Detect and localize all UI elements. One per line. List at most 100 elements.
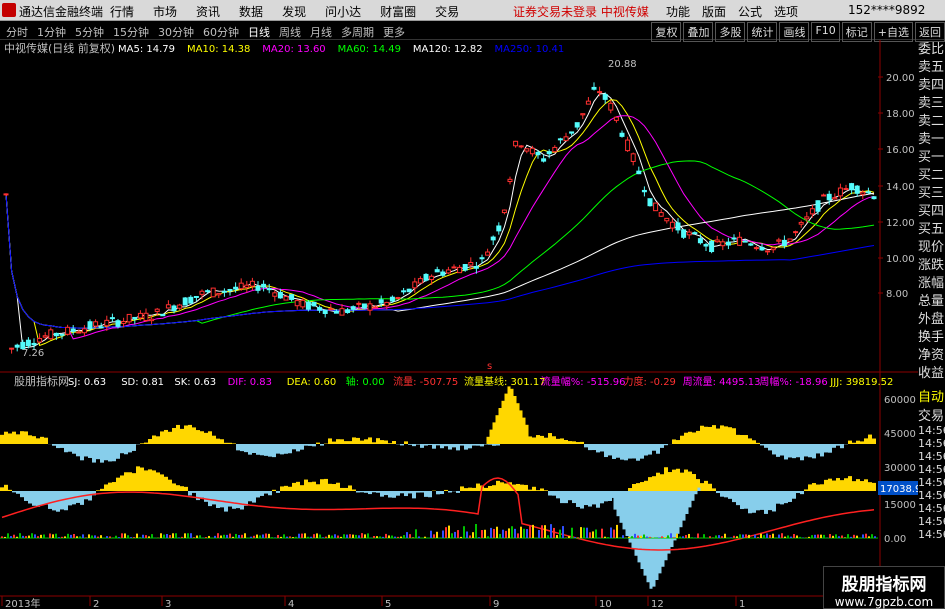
time-tick: 9 xyxy=(493,599,499,609)
candle-body xyxy=(272,292,278,297)
tf-daily[interactable]: 日线 xyxy=(248,24,270,40)
menu-item-jiaoyi[interactable]: 交易 xyxy=(435,3,459,20)
indicator-legend-item: SK: 0.63 xyxy=(174,377,216,388)
menu-item-zixun[interactable]: 资讯 xyxy=(196,3,220,20)
candle-body xyxy=(188,296,194,304)
tf-30min[interactable]: 30分钟 xyxy=(158,24,194,40)
ma-line xyxy=(5,160,875,329)
back-button[interactable]: 返回 xyxy=(915,22,945,42)
menu-item-shuju[interactable]: 数据 xyxy=(239,3,263,20)
tf-weekly[interactable]: 周线 xyxy=(279,24,301,40)
menu-item-gongshi[interactable]: 公式 xyxy=(738,3,762,20)
fuquan-button[interactable]: 复权 xyxy=(651,22,682,42)
side-tab[interactable]: 买五 xyxy=(918,221,945,239)
menu-item-wenxiaoda[interactable]: 问小达 xyxy=(325,3,361,20)
side-tab[interactable]: 买三 xyxy=(918,185,945,203)
indicator-tick: 0.00 xyxy=(884,534,906,545)
menu-item-caifuquan[interactable]: 财富圈 xyxy=(380,3,416,20)
side-tab[interactable]: 净资 xyxy=(918,347,945,365)
side-tab[interactable]: 买二 xyxy=(918,167,945,185)
candle-body xyxy=(132,316,138,320)
tf-multi[interactable]: 多周期 xyxy=(341,24,374,40)
price-tick: 16.00 xyxy=(886,145,915,156)
indicator-legend-item: DIF: 0.83 xyxy=(228,377,272,388)
app-name: 通达信金融终端 xyxy=(19,5,104,19)
candle-body xyxy=(815,200,821,212)
tf-1min[interactable]: 1分钟 xyxy=(37,24,66,40)
user-account[interactable]: 152****9892 xyxy=(848,3,925,17)
candle-body xyxy=(787,238,793,243)
candle-body xyxy=(126,313,132,323)
price-tick: 14.00 xyxy=(886,182,915,193)
tick-time: 自动 xyxy=(918,390,945,405)
candle-body xyxy=(339,308,345,316)
side-tab[interactable]: 总量 xyxy=(918,293,945,311)
candle-body xyxy=(658,212,664,217)
candle-body xyxy=(109,317,115,320)
candle-body xyxy=(48,329,54,340)
price-tick: 10.00 xyxy=(886,254,915,265)
menu-item-hangqing[interactable]: 行情 xyxy=(110,3,134,20)
side-tab[interactable]: 买一 xyxy=(918,149,945,167)
add-watchlist-button[interactable]: +自选 xyxy=(873,22,913,42)
draw-line-button[interactable]: 画线 xyxy=(779,22,810,42)
candle-body xyxy=(70,328,76,332)
side-tab[interactable]: 卖四 xyxy=(918,77,945,95)
side-tab[interactable]: 卖一 xyxy=(918,131,945,149)
multi-stock-button[interactable]: 多股 xyxy=(715,22,746,42)
stats-button[interactable]: 统计 xyxy=(747,22,778,42)
candle-body xyxy=(356,302,362,305)
menu-item-gongneng[interactable]: 功能 xyxy=(666,3,690,20)
tf-15min[interactable]: 15分钟 xyxy=(113,24,149,40)
tf-60min[interactable]: 60分钟 xyxy=(203,24,239,40)
tf-more[interactable]: 更多 xyxy=(383,24,405,40)
candle-body xyxy=(154,308,160,312)
candle-body xyxy=(619,132,625,137)
menu-item-faxian[interactable]: 发现 xyxy=(282,3,306,20)
candle-body xyxy=(535,151,541,156)
candle-body xyxy=(843,188,849,191)
indicator-legend-item: SD: 0.81 xyxy=(121,377,164,388)
tf-5min[interactable]: 5分钟 xyxy=(75,24,104,40)
tf-fenshi[interactable]: 分时 xyxy=(6,24,28,40)
f10-button[interactable]: F10 xyxy=(811,22,840,42)
mark-button[interactable]: 标记 xyxy=(841,22,872,42)
side-tab[interactable]: 外盘 xyxy=(918,311,945,329)
overlay-button[interactable]: 叠加 xyxy=(683,22,714,42)
side-tab[interactable]: 涨幅 xyxy=(918,275,945,293)
time-axis: 2013年 2 3 4 5 9 10 12 1 xyxy=(1,596,745,609)
candle-body xyxy=(703,244,709,247)
indicator-legend-item: 流量基线: 301.17 xyxy=(464,375,546,388)
candle-body xyxy=(485,251,491,256)
side-tab[interactable]: 涨跌 xyxy=(918,257,945,275)
candle-body xyxy=(457,266,463,274)
quote-side-panel: 委比 卖五 卖四 卖三 卖二 卖一 买一 买二 买三 买四 买五 现价 涨跌 涨幅 总量 外盘 换手 净资 收益 xyxy=(918,41,945,383)
candle-body xyxy=(737,236,743,246)
menu-item-shichang[interactable]: 市场 xyxy=(153,3,177,20)
time-tick: 12 xyxy=(651,599,664,609)
side-tab[interactable]: 卖二 xyxy=(918,113,945,131)
side-tab[interactable]: 卖三 xyxy=(918,95,945,113)
candle-body xyxy=(37,337,43,343)
kline-chart[interactable]: 中视传媒(日线 前复权) MA5: 14.79 MA10: 14.38 MA20: … xyxy=(0,40,918,609)
candle-body xyxy=(759,246,765,251)
side-tab[interactable]: 委比 xyxy=(918,41,945,59)
side-tab[interactable]: 现价 xyxy=(918,239,945,257)
candle-body xyxy=(53,332,59,337)
side-tab[interactable]: 卖五 xyxy=(918,59,945,77)
menu-item-banmian[interactable]: 版面 xyxy=(702,3,726,20)
candle-body xyxy=(529,147,535,155)
trade-login-warning[interactable]: 证券交易未登录 中视传媒 xyxy=(513,3,649,20)
candle-body xyxy=(871,196,877,200)
indicator-legend-item: 流量幅%: -515.96 xyxy=(541,375,626,388)
side-tab[interactable]: 买四 xyxy=(918,203,945,221)
menu-item-xuanxiang[interactable]: 选项 xyxy=(774,3,798,20)
time-tick: 2 xyxy=(93,599,99,609)
candle-body xyxy=(849,183,855,191)
candle-body xyxy=(692,232,698,235)
side-tab[interactable]: 收益 xyxy=(918,365,945,383)
tf-monthly[interactable]: 月线 xyxy=(310,24,332,40)
side-tab[interactable]: 换手 xyxy=(918,329,945,347)
candle-body xyxy=(641,189,647,193)
time-tick: 2013年 xyxy=(5,597,40,609)
